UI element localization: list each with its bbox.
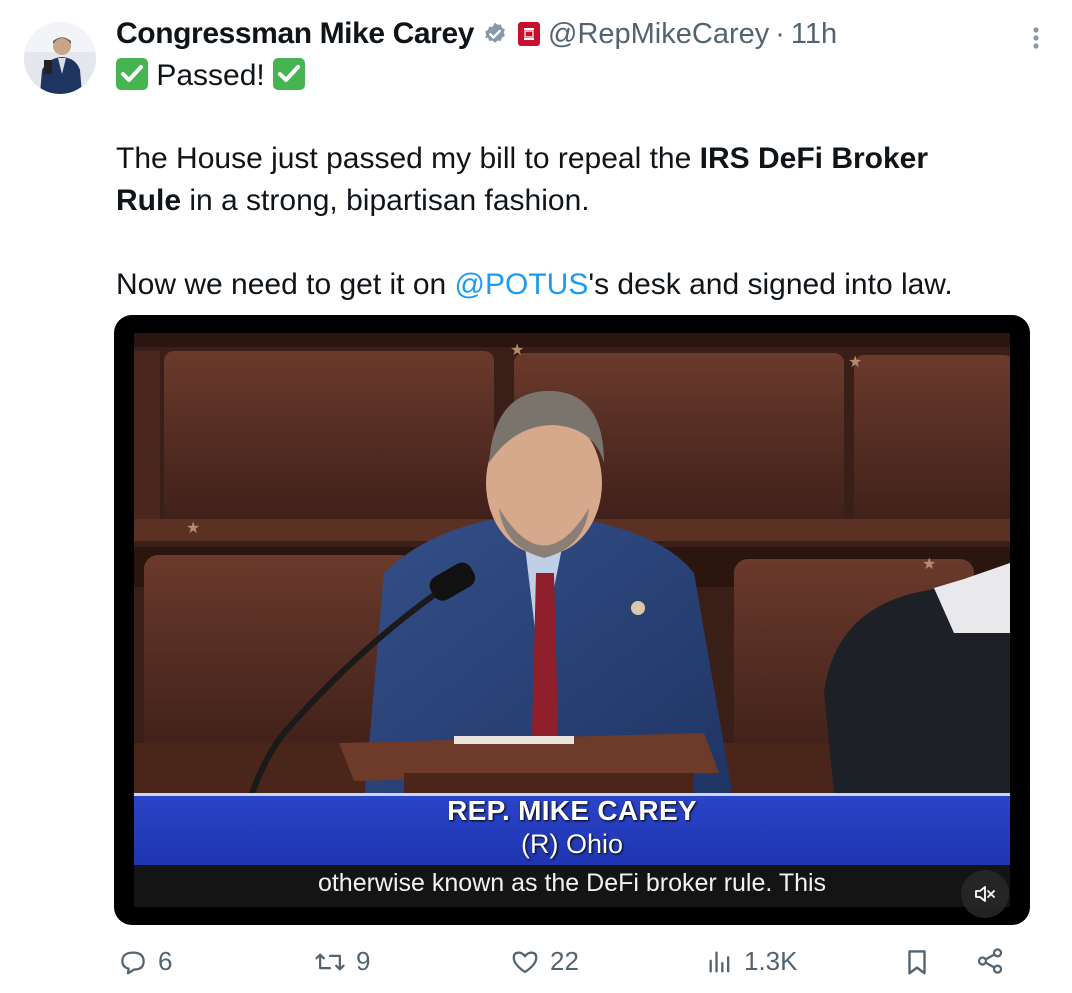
like-count: 22 (550, 946, 579, 976)
bookmark-icon (908, 950, 926, 975)
tweet-line-3: Rule in a strong, bipartisan fashion. (116, 180, 590, 222)
check-mark-icon (273, 58, 306, 90)
reply-icon (121, 951, 145, 974)
author-avatar[interactable] (24, 22, 96, 94)
check-mark-icon (116, 58, 148, 90)
chyron-party: (R) Ohio (520, 829, 623, 859)
tweet-bold-text: IRS DeFi Broker (699, 142, 929, 175)
bookmark-button[interactable] (902, 946, 932, 978)
reply-count: 6 (158, 946, 173, 976)
mute-button[interactable] (961, 870, 1009, 918)
tweet-line-1: Passed! (116, 55, 306, 97)
chyron-name: REP. MIKE CAREY (447, 795, 697, 826)
tweet-header: Congressman Mike Carey @RepMikeCarey · 1… (116, 14, 837, 54)
like-button[interactable]: 22 (510, 946, 579, 977)
tweet-text: The House just passed my bill to repeal … (116, 142, 700, 175)
tweet-bold-text: Rule (116, 184, 182, 217)
views-button[interactable]: 1.3K (706, 946, 798, 977)
repost-icon (315, 953, 345, 970)
tweet-text: Now we need to get it on (116, 268, 455, 301)
repost-button[interactable]: 9 (314, 946, 370, 977)
heart-icon (512, 951, 538, 973)
tweet-line-2: The House just passed my bill to repeal … (116, 138, 928, 180)
svg-text:★: ★ (186, 520, 200, 537)
tweet-passed-text: Passed! (156, 59, 265, 92)
views-chart-icon (709, 951, 730, 972)
verified-badge-icon[interactable] (482, 21, 508, 47)
post-time[interactable]: 11h (791, 18, 837, 51)
video-caption: otherwise known as the DeFi broker rule.… (317, 869, 827, 897)
author-name[interactable]: Congressman Mike Carey (116, 17, 474, 51)
video-frame[interactable]: ★ ★ ★ ★ REP. MIKE CAREY (R) Ohio otherwi… (134, 333, 1010, 907)
svg-text:★: ★ (922, 556, 936, 573)
mention-link[interactable]: @POTUS (455, 268, 589, 301)
separator-dot: · (775, 17, 785, 50)
tweet-text: 's desk and signed into law. (588, 268, 953, 301)
share-button[interactable] (975, 946, 1005, 976)
more-vertical-icon[interactable] (1026, 24, 1046, 54)
action-bar: 6 9 22 1.3K (0, 940, 1072, 988)
tweet-line-4: Now we need to get it on @POTUS's desk a… (116, 264, 953, 306)
volume-muted-icon (975, 886, 995, 902)
tweet-text: in a strong, bipartisan fashion. (181, 184, 590, 217)
svg-text:★: ★ (848, 354, 862, 371)
author-handle[interactable]: @RepMikeCarey (548, 18, 769, 51)
svg-text:★: ★ (510, 342, 524, 359)
views-count: 1.3K (744, 946, 798, 976)
video-player[interactable]: ★ ★ ★ ★ REP. MIKE CAREY (R) Ohio otherwi… (114, 315, 1030, 925)
reply-button[interactable]: 6 (118, 946, 172, 977)
share-icon (977, 948, 1003, 974)
house-seal-icon[interactable] (518, 22, 541, 46)
repost-count: 9 (356, 946, 371, 976)
